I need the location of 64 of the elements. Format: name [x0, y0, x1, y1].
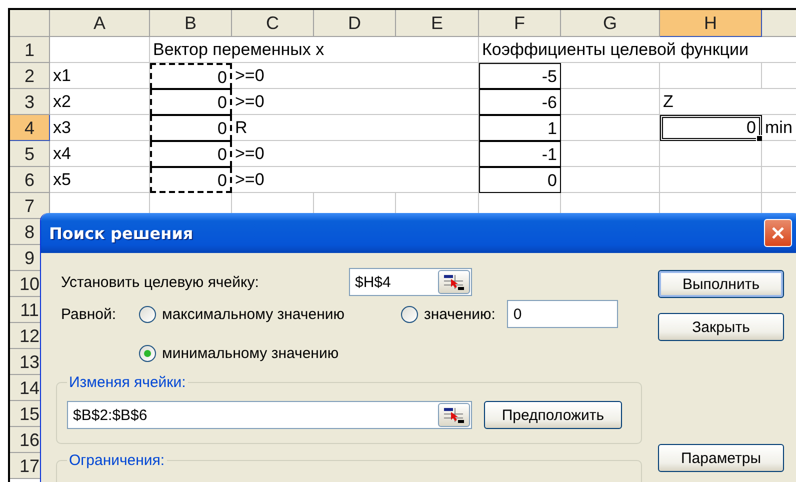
column-header[interactable]: G [561, 10, 660, 37]
input-field[interactable]: 0 [507, 300, 618, 328]
row-header[interactable]: 1 [10, 37, 50, 63]
row-header[interactable]: 3 [10, 89, 50, 115]
table-cell: >=0 [232, 63, 479, 89]
table-cell: min [762, 115, 796, 141]
table-cell: x4 [50, 141, 150, 167]
close-icon [771, 226, 785, 240]
table-cell: 0 [150, 89, 232, 115]
radio-button[interactable] [139, 306, 156, 322]
table-cell: >=0 [232, 167, 479, 193]
table-cell: -1 [479, 141, 561, 167]
selected-cell: 0 [660, 115, 762, 141]
table-cell: x1 [50, 63, 150, 89]
table-cell: x3 [50, 115, 150, 141]
radio-button[interactable] [401, 306, 418, 322]
dialog-button[interactable]: Закрыть [658, 313, 784, 341]
close-button[interactable] [764, 219, 792, 247]
range-button[interactable] [438, 403, 470, 427]
table-cell: Z [660, 89, 796, 115]
table-cell: -6 [479, 89, 561, 115]
grid-arrow-icon [443, 407, 465, 423]
table-cell: 0 [150, 141, 232, 167]
table-cell: 0 [150, 167, 232, 193]
table-cell: 0 [479, 167, 561, 193]
table-cell: Вектор переменных x [150, 37, 479, 63]
column-header[interactable]: F [479, 10, 561, 37]
row-header[interactable]: 4 [10, 115, 50, 141]
column-header[interactable]: A [50, 10, 150, 37]
row-header[interactable]: 6 [10, 167, 50, 193]
dialog-button[interactable]: Параметры [658, 444, 784, 472]
dialog-button[interactable]: Выполнить [658, 270, 784, 298]
radio-label[interactable]: минимальному значению [162, 345, 339, 362]
column-header[interactable]: B [150, 10, 232, 37]
radio-label[interactable]: значению: [424, 306, 496, 322]
column-header[interactable]: D [314, 10, 396, 37]
fill-handle[interactable] [756, 135, 763, 142]
input-field[interactable]: $B$2:$B$6 [67, 401, 472, 429]
radio-label[interactable]: максимальному значению [162, 306, 345, 322]
table-cell: -5 [479, 63, 561, 89]
group-label: Ограничения: [68, 452, 166, 469]
column-header[interactable]: C [232, 10, 314, 37]
table-cell: R [232, 115, 479, 141]
table-cell: 0 [150, 63, 232, 89]
guess-button[interactable]: Предположить [484, 401, 622, 429]
column-header[interactable]: E [396, 10, 479, 37]
field-label: Равной: [61, 306, 117, 322]
table-cell: x2 [50, 89, 150, 115]
table-cell: 0 [150, 115, 232, 141]
table-cell: >=0 [232, 141, 479, 167]
table-cell: x5 [50, 167, 150, 193]
table-cell: >=0 [232, 89, 479, 115]
row-header[interactable]: 2 [10, 63, 50, 89]
row-header[interactable]: 5 [10, 141, 50, 167]
field-label: Установить целевую ячейку: [61, 274, 260, 290]
range-button[interactable] [438, 270, 470, 294]
radio-button[interactable] [139, 345, 156, 362]
row-header[interactable]: 7 [10, 193, 50, 219]
dialog-title: Поиск решения [49, 224, 194, 242]
column-header[interactable]: H [660, 10, 762, 37]
group-label: Изменяя ячейки: [68, 374, 187, 391]
table-cell: 1 [479, 115, 561, 141]
table-cell: Коэффициенты целевой функции [479, 37, 796, 63]
grid-arrow-icon [443, 274, 465, 290]
